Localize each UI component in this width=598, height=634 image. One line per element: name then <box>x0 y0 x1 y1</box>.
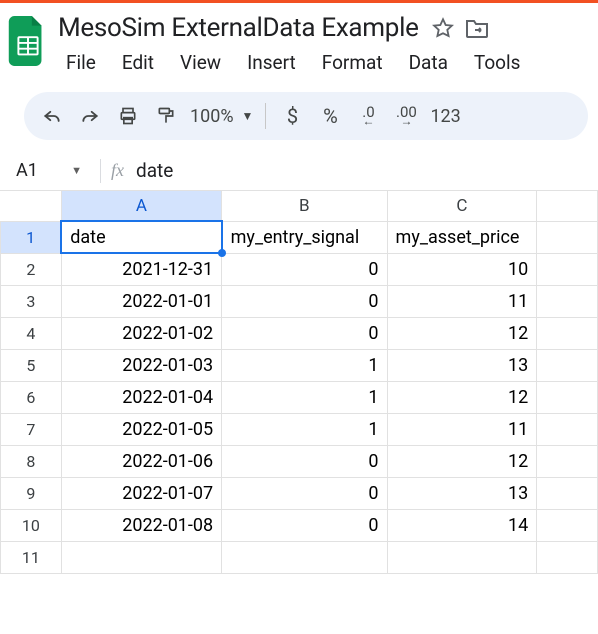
cell[interactable] <box>537 413 598 445</box>
cell[interactable]: 2022-01-01 <box>61 285 221 317</box>
row-header[interactable]: 6 <box>1 381 62 413</box>
formula-input[interactable]: date <box>136 159 173 182</box>
cell-b1[interactable]: my_entry_signal <box>222 221 387 253</box>
cell[interactable]: 2022-01-03 <box>61 349 221 381</box>
cell[interactable]: 2022-01-07 <box>61 477 221 509</box>
cell[interactable] <box>537 221 598 253</box>
menu-format[interactable]: Format <box>312 47 393 78</box>
cell[interactable]: 0 <box>222 445 387 477</box>
zoom-value: 100% <box>190 106 234 127</box>
star-icon[interactable] <box>431 16 455 40</box>
cell[interactable]: 2022-01-02 <box>61 317 221 349</box>
header: MesoSim ExternalData Example File Edit V… <box>0 3 598 78</box>
zoom-dropdown[interactable]: 100% ▼ <box>186 106 257 127</box>
menu-file[interactable]: File <box>56 47 106 78</box>
cell-reference: A1 <box>16 160 38 181</box>
print-button[interactable] <box>110 98 146 134</box>
chevron-down-icon: ▼ <box>238 109 254 123</box>
cell[interactable]: 2022-01-05 <box>61 413 221 445</box>
cell[interactable]: 12 <box>387 381 537 413</box>
sheets-icon <box>8 16 48 66</box>
row-header[interactable]: 7 <box>1 413 62 445</box>
increase-decimal-button[interactable]: .00 → <box>388 98 424 134</box>
row-header[interactable]: 8 <box>1 445 62 477</box>
row-header[interactable]: 5 <box>1 349 62 381</box>
cell[interactable] <box>537 445 598 477</box>
cell[interactable]: 2022-01-04 <box>61 381 221 413</box>
row-header[interactable]: 4 <box>1 317 62 349</box>
cell[interactable]: 0 <box>222 477 387 509</box>
currency-button[interactable]: $ <box>274 98 310 134</box>
menubar: File Edit View Insert Format Data Tools <box>56 45 598 78</box>
name-formula-bar: A1 ▼ fx date <box>0 150 598 190</box>
cell[interactable]: 12 <box>387 317 537 349</box>
cell[interactable] <box>537 317 598 349</box>
decrease-decimal-button[interactable]: .0 ← <box>350 98 386 134</box>
cell[interactable] <box>537 381 598 413</box>
row-header[interactable]: 9 <box>1 477 62 509</box>
cell[interactable]: 2022-01-06 <box>61 445 221 477</box>
app-logo[interactable] <box>0 9 56 69</box>
cell-a1[interactable]: date <box>61 221 221 253</box>
chevron-down-icon: ▼ <box>71 164 82 177</box>
col-header-a[interactable]: A <box>61 191 221 221</box>
cell[interactable] <box>387 541 537 573</box>
cell[interactable]: 0 <box>222 285 387 317</box>
more-formats-button[interactable]: 123 <box>426 98 464 134</box>
paint-format-button[interactable] <box>148 98 184 134</box>
cell[interactable]: 13 <box>387 349 537 381</box>
col-header-c[interactable]: C <box>387 191 537 221</box>
name-box[interactable]: A1 ▼ <box>0 158 90 183</box>
row-header[interactable]: 2 <box>1 253 62 285</box>
cell[interactable] <box>537 253 598 285</box>
row-header[interactable]: 10 <box>1 509 62 541</box>
cell[interactable]: 0 <box>222 509 387 541</box>
doc-title[interactable]: MesoSim ExternalData Example <box>56 11 421 45</box>
cell[interactable]: 11 <box>387 413 537 445</box>
select-all-corner[interactable] <box>1 191 62 221</box>
cell[interactable] <box>537 477 598 509</box>
cell[interactable] <box>537 509 598 541</box>
cell[interactable]: 1 <box>222 349 387 381</box>
toolbar-wrap: 100% ▼ $ % .0 ← .00 → 123 <box>0 78 598 150</box>
cell[interactable]: 10 <box>387 253 537 285</box>
menu-data[interactable]: Data <box>399 47 458 78</box>
sheet-grid[interactable]: A B C 1 date my_entry_signal my_asset_pr… <box>0 190 598 574</box>
cell[interactable]: 11 <box>387 285 537 317</box>
menu-insert[interactable]: Insert <box>237 47 306 78</box>
cell[interactable] <box>61 541 221 573</box>
col-header-b[interactable]: B <box>222 191 387 221</box>
separator <box>265 103 266 129</box>
menu-tools[interactable]: Tools <box>464 47 531 78</box>
cell[interactable]: 12 <box>387 445 537 477</box>
cell[interactable]: 2022-01-08 <box>61 509 221 541</box>
undo-button[interactable] <box>34 98 70 134</box>
cell[interactable]: 14 <box>387 509 537 541</box>
toolbar: 100% ▼ $ % .0 ← .00 → 123 <box>24 92 588 140</box>
cell[interactable]: 0 <box>222 317 387 349</box>
row-header[interactable]: 11 <box>1 541 62 573</box>
cell[interactable] <box>537 349 598 381</box>
cell[interactable] <box>222 541 387 573</box>
menu-view[interactable]: View <box>170 47 231 78</box>
fill-handle[interactable] <box>218 249 226 257</box>
move-folder-icon[interactable] <box>465 16 489 40</box>
col-header-d[interactable] <box>537 191 598 221</box>
cell-c1[interactable]: my_asset_price <box>387 221 537 253</box>
row-header[interactable]: 1 <box>1 221 62 253</box>
separator <box>100 159 101 183</box>
cell[interactable] <box>537 541 598 573</box>
cell[interactable] <box>537 285 598 317</box>
fx-icon: fx <box>111 160 124 181</box>
cell[interactable]: 1 <box>222 381 387 413</box>
percent-button[interactable]: % <box>312 98 348 134</box>
menu-edit[interactable]: Edit <box>112 47 164 78</box>
cell[interactable]: 2021-12-31 <box>61 253 221 285</box>
cell[interactable]: 13 <box>387 477 537 509</box>
cell[interactable]: 1 <box>222 413 387 445</box>
cell[interactable]: 0 <box>222 253 387 285</box>
redo-button[interactable] <box>72 98 108 134</box>
row-header[interactable]: 3 <box>1 285 62 317</box>
